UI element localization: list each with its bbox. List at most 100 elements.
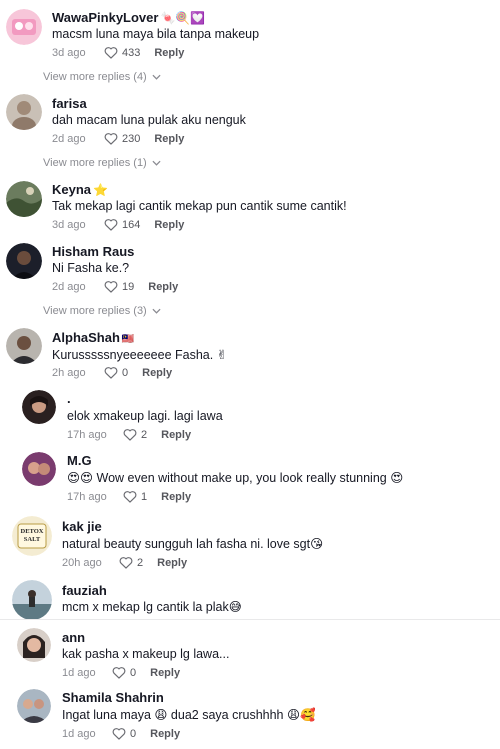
avatar[interactable] (22, 452, 56, 486)
comment-meta: 3d ago 164 Reply (52, 218, 184, 231)
avatar[interactable] (17, 689, 51, 723)
like-count: 2 (141, 428, 148, 441)
like-button[interactable]: 433 (104, 46, 140, 59)
commenter-name[interactable]: WawaPinkyLover 🍬🍭💟 (52, 10, 205, 25)
reply-button[interactable]: Reply (157, 557, 187, 569)
comment-time: 20h ago (62, 556, 102, 569)
comment-time: 3d ago (52, 218, 86, 231)
like-button[interactable]: 0 (104, 366, 128, 379)
reply-button[interactable]: Reply (161, 491, 191, 503)
like-count: 0 (130, 727, 137, 740)
avatar[interactable] (12, 580, 52, 620)
chevron-down-icon (152, 160, 161, 166)
like-count: 19 (122, 280, 135, 293)
comment-meta: 2d ago 230 Reply (52, 132, 184, 145)
commenter-name[interactable]: M.G (67, 453, 92, 468)
like-count: 1 (141, 490, 148, 503)
comment-meta: 1d ago 0 Reply (62, 666, 180, 679)
heart-icon (104, 47, 118, 59)
like-button[interactable]: 2 (119, 556, 143, 569)
commenter-name[interactable]: farisa (52, 96, 87, 111)
heart-icon (104, 367, 118, 379)
comment-time: 2h ago (52, 366, 86, 379)
comment-meta: 17h ago 2 Reply (67, 428, 191, 441)
like-button[interactable]: 19 (104, 280, 134, 293)
comment-text: kak pasha x makeup lg lawa... (62, 647, 230, 661)
comment-text: Kurusssssnyeeeeeee Fasha. ✌ (52, 348, 228, 362)
comment-meta: 20h ago 2 Reply (62, 556, 187, 569)
comment-time: 3d ago (52, 46, 86, 59)
heart-icon (123, 491, 137, 503)
avatar[interactable] (6, 328, 42, 364)
comment-text: Ni Fasha ke.? (52, 261, 130, 275)
comment-meta: 17h ago 1 Reply (67, 490, 191, 503)
reply-button[interactable]: Reply (154, 133, 184, 145)
chevron-up-icon (152, 308, 161, 314)
comment-text: mcm x mekap lg cantik la plak😅 (62, 600, 242, 614)
comment-text: macsm luna maya bila tanpa makeup (52, 27, 260, 41)
commenter-name[interactable]: Shamila Shahrin (62, 690, 164, 705)
like-button[interactable]: 230 (104, 132, 140, 145)
view-more-replies[interactable]: View more replies (4) (43, 71, 161, 83)
reply-button[interactable]: Reply (161, 429, 191, 441)
view-more-replies[interactable]: View more replies (1) (43, 157, 161, 169)
avatar[interactable]: DETOX SALT (12, 516, 52, 556)
commenter-name[interactable]: AlphaShah 🇲🇾 (52, 330, 134, 345)
view-more-replies[interactable]: View more replies (3) (43, 305, 161, 317)
avatar[interactable] (6, 181, 42, 217)
comment-text: 😍😍 Wow even without make up, you look re… (67, 471, 404, 485)
avatar[interactable] (22, 390, 56, 424)
avatar[interactable] (6, 94, 42, 130)
logo-text: DETOX (21, 528, 44, 535)
comment-text: natural beauty sungguh lah fasha ni. lov… (62, 537, 324, 551)
reply-button[interactable]: Reply (148, 281, 178, 293)
comment-time: 2d ago (52, 280, 86, 293)
heart-icon (112, 667, 126, 679)
comment-text: Ingat luna maya 😩 dua2 saya crushhhh 😩🥰 (62, 708, 316, 722)
reply-button[interactable]: Reply (154, 219, 184, 231)
like-button[interactable]: 164 (104, 218, 140, 231)
commenter-name[interactable]: Hisham Raus (52, 244, 134, 259)
like-count: 164 (122, 218, 141, 231)
reply-button[interactable]: Reply (142, 367, 172, 379)
like-button[interactable]: 0 (112, 727, 136, 740)
comment-time: 1d ago (62, 666, 96, 679)
heart-icon (119, 557, 133, 569)
divider (0, 619, 500, 620)
heart-icon (104, 219, 118, 231)
reply-button[interactable]: Reply (150, 728, 180, 740)
like-count: 0 (130, 666, 137, 679)
like-count: 230 (122, 132, 141, 145)
comment-meta: 3d ago 433 Reply (52, 46, 184, 59)
avatar[interactable] (6, 9, 42, 45)
comment-time: 2d ago (52, 132, 86, 145)
like-button[interactable]: 1 (123, 490, 147, 503)
like-button[interactable]: 2 (123, 428, 147, 441)
comment-text: elok xmakeup lagi. lagi lawa (67, 409, 223, 423)
comment-time: 17h ago (67, 490, 107, 503)
commenter-name[interactable]: kak jie (62, 519, 102, 534)
reply-button[interactable]: Reply (154, 47, 184, 59)
like-count: 2 (137, 556, 144, 569)
comment-meta: 2d ago 19 Reply (52, 280, 178, 293)
reply-button[interactable]: Reply (150, 667, 180, 679)
commenter-name[interactable]: . (67, 391, 71, 406)
comment-meta: 2h ago 0 Reply (52, 366, 172, 379)
heart-icon (123, 429, 137, 441)
commenter-name[interactable]: Keyna ⭐ (52, 182, 108, 197)
chevron-down-icon (152, 74, 161, 80)
avatar[interactable] (17, 628, 51, 662)
heart-icon (112, 728, 126, 740)
avatar[interactable] (6, 243, 42, 279)
commenter-name[interactable]: fauziah (62, 583, 107, 598)
commenter-name[interactable]: ann (62, 630, 85, 645)
like-button[interactable]: 0 (112, 666, 136, 679)
comment-meta: 1d ago 0 Reply (62, 727, 180, 740)
heart-icon (104, 281, 118, 293)
comment-text: Tak mekap lagi cantik mekap pun cantik s… (52, 199, 347, 213)
comment-time: 17h ago (67, 428, 107, 441)
like-count: 433 (122, 46, 141, 59)
comment-text: dah macam luna pulak aku nenguk (52, 113, 246, 127)
like-count: 0 (122, 366, 129, 379)
comment-time: 1d ago (62, 727, 96, 740)
